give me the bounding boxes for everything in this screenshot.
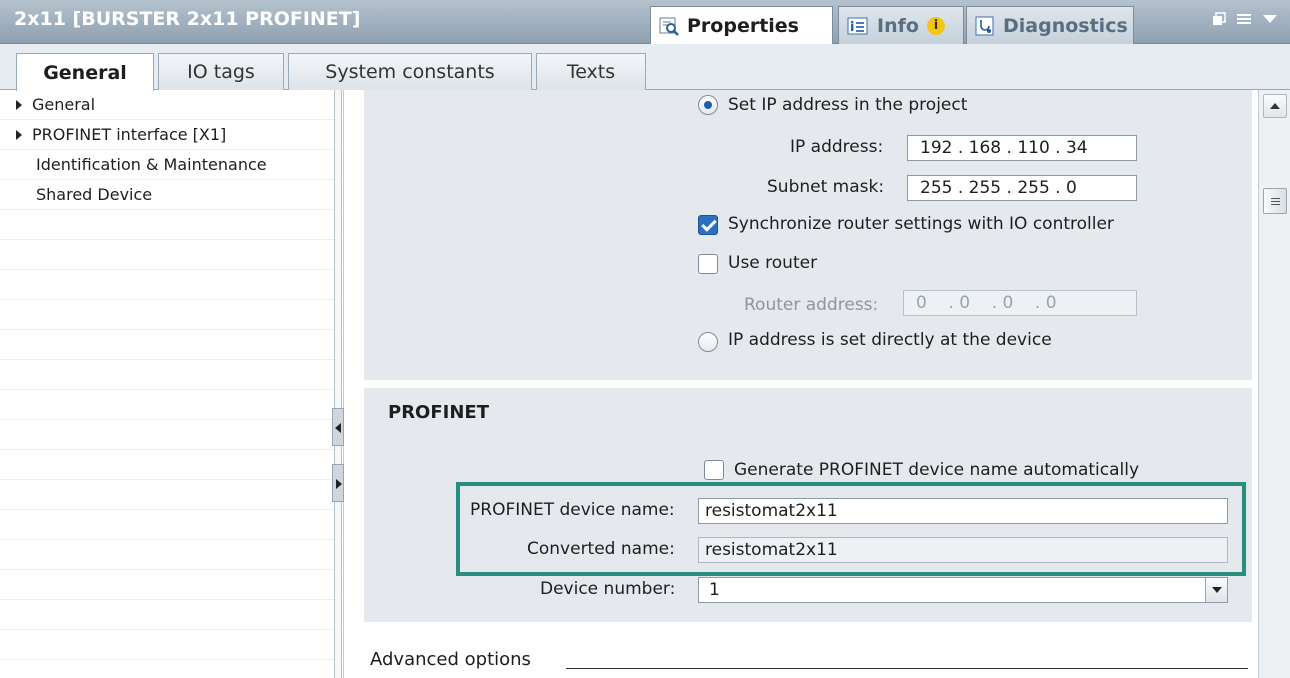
collapse-chevron-icon[interactable] xyxy=(1262,13,1278,25)
properties-icon xyxy=(659,16,679,36)
tree-item-general[interactable]: General xyxy=(0,90,343,120)
tab-system-constants[interactable]: System constants xyxy=(288,53,532,90)
tree-item-label: General xyxy=(32,95,96,114)
tree-empty-row xyxy=(0,480,343,510)
tree-item-shared-device[interactable]: Shared Device xyxy=(0,180,343,210)
tab-texts[interactable]: Texts xyxy=(536,53,646,90)
grip-line xyxy=(1271,204,1280,205)
sync-router-label: Synchronize router settings with IO cont… xyxy=(728,214,1114,234)
tab-info-label: Info xyxy=(877,14,919,37)
auto-device-name-checkbox[interactable] xyxy=(704,460,724,480)
tree-item-label: PROFINET interface [X1] xyxy=(32,125,227,144)
tree-empty-row xyxy=(0,390,343,420)
auto-device-name-label: Generate PROFINET device name automatica… xyxy=(734,460,1140,480)
splitter-bar[interactable] xyxy=(334,90,342,678)
tree-empty-row xyxy=(0,330,343,360)
inspector-title-bar: 2x11 [BURSTER 2x11 PROFINET] Properties … xyxy=(0,0,1290,44)
tab-properties[interactable]: Properties xyxy=(650,6,833,44)
set-ip-in-project-radio[interactable] xyxy=(698,95,718,115)
window-title: 2x11 [BURSTER 2x11 PROFINET] xyxy=(14,8,361,30)
vertical-scrollbar[interactable] xyxy=(1258,90,1290,678)
dropdown-arrow-icon[interactable] xyxy=(1205,578,1227,602)
tree-empty-row xyxy=(0,300,343,330)
tree-empty-row xyxy=(0,360,343,390)
tree-empty-row xyxy=(0,420,343,450)
ip-set-at-device-radio[interactable] xyxy=(698,332,718,352)
subnet-mask-field[interactable]: 255 . 255 . 255 . 0 xyxy=(907,175,1137,201)
tab-info[interactable]: i Info i xyxy=(838,6,964,44)
tree-item-identification-maintenance[interactable]: Identification & Maintenance xyxy=(0,150,343,180)
ip-set-at-device-label: IP address is set directly at the device xyxy=(728,330,1052,350)
tree-empty-row xyxy=(0,630,343,660)
device-number-select[interactable]: 1 xyxy=(698,577,1228,603)
advanced-options-heading[interactable]: Advanced options xyxy=(370,649,531,670)
tree-item-label: Shared Device xyxy=(36,185,153,204)
sync-router-checkbox[interactable] xyxy=(698,215,718,235)
info-badge-icon: i xyxy=(926,16,945,35)
collapse-left-button[interactable] xyxy=(332,408,344,446)
router-address-label: Router address: xyxy=(744,295,879,315)
tab-general[interactable]: General xyxy=(16,53,154,91)
tree-item-profinet-interface[interactable]: PROFINET interface [X1] xyxy=(0,120,343,150)
use-router-checkbox[interactable] xyxy=(698,254,718,274)
tree-empty-row xyxy=(0,570,343,600)
tree-empty-row xyxy=(0,210,343,240)
expand-right-button[interactable] xyxy=(332,464,344,502)
tree-empty-row xyxy=(0,240,343,270)
grip-line xyxy=(1271,201,1280,202)
expand-arrow-icon[interactable] xyxy=(16,99,22,110)
tab-io-tags[interactable]: IO tags xyxy=(158,53,284,90)
scroll-up-button[interactable] xyxy=(1263,94,1287,118)
use-router-label: Use router xyxy=(728,253,818,273)
property-sub-tabs: General IO tags System constants Texts xyxy=(0,44,1290,91)
arrow-left-icon xyxy=(335,423,341,433)
tree-empty-row xyxy=(0,600,343,630)
device-name-highlight-box xyxy=(456,482,1246,576)
ip-protocol-section: Set IP address in the project IP address… xyxy=(364,90,1252,380)
tree-empty-row xyxy=(0,510,343,540)
tree-empty-row xyxy=(0,450,343,480)
device-number-label: Device number: xyxy=(540,579,676,599)
ip-address-label: IP address: xyxy=(790,137,884,157)
info-icon: i xyxy=(847,16,869,36)
section-divider xyxy=(566,668,1248,669)
navigation-tree: General PROFINET interface [X1] Identifi… xyxy=(0,90,344,678)
window-controls xyxy=(1212,12,1278,26)
tree-empty-row xyxy=(0,540,343,570)
arrow-right-icon xyxy=(336,479,342,489)
diagnostics-icon xyxy=(975,16,995,36)
menu-lines-icon[interactable] xyxy=(1236,12,1252,26)
tree-item-label: Identification & Maintenance xyxy=(36,155,267,174)
device-number-value: 1 xyxy=(709,580,720,600)
float-window-icon[interactable] xyxy=(1212,12,1226,26)
tree-empty-row xyxy=(0,270,343,300)
router-address-field[interactable]: 0 . 0 . 0 . 0 xyxy=(903,290,1137,316)
profinet-heading: PROFINET xyxy=(388,402,489,423)
svg-text:i: i xyxy=(850,20,854,35)
subnet-mask-label: Subnet mask: xyxy=(767,177,885,197)
scrollbar-thumb[interactable] xyxy=(1263,188,1287,214)
properties-main-panel: Set IP address in the project IP address… xyxy=(344,90,1258,678)
ip-address-field[interactable]: 192 . 168 . 110 . 34 xyxy=(907,135,1137,161)
grip-line xyxy=(1271,198,1280,199)
tab-properties-label: Properties xyxy=(687,14,799,37)
set-ip-in-project-label: Set IP address in the project xyxy=(728,95,968,115)
panel-splitter[interactable] xyxy=(332,90,344,678)
expand-arrow-icon[interactable] xyxy=(16,129,22,140)
tab-diagnostics[interactable]: Diagnostics xyxy=(966,6,1134,44)
tab-diagnostics-label: Diagnostics xyxy=(1003,14,1128,37)
